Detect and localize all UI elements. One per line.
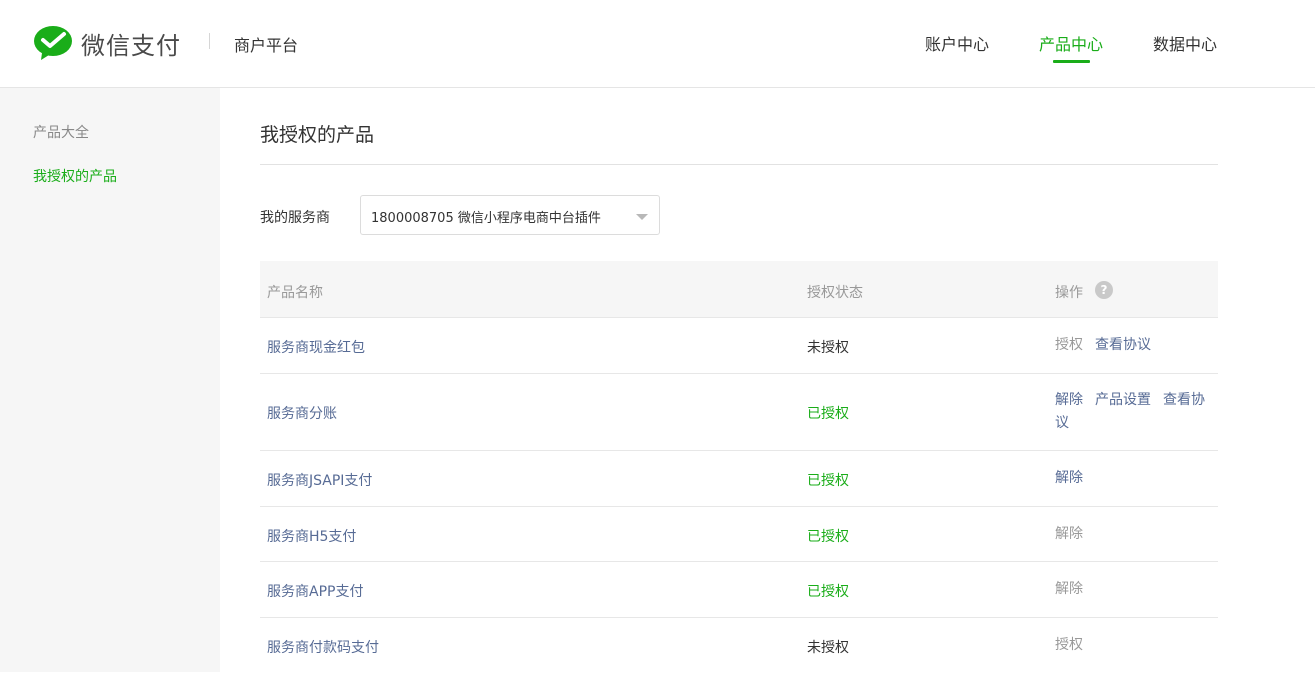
- auth-status: 已授权: [807, 584, 849, 600]
- revoke-link[interactable]: 解除: [1055, 526, 1083, 542]
- row-operations: 解除 产品设置 查看协议: [1055, 389, 1215, 435]
- product-name-link[interactable]: 服务商付款码支付: [267, 637, 379, 657]
- row-operations: 解除: [1055, 578, 1215, 601]
- auth-status: 未授权: [807, 340, 849, 356]
- service-provider-select[interactable]: 1800008705 微信小程序电商中台插件: [360, 195, 660, 235]
- top-header: 微信支付 商户平台 账户中心 产品中心 数据中心: [0, 0, 1315, 88]
- table-row: 服务商现金红包 未授权 授权 查看协议: [260, 318, 1218, 374]
- nav-active-indicator: [1053, 60, 1090, 63]
- chevron-down-icon: [636, 214, 648, 220]
- product-name-link[interactable]: 服务商JSAPI支付: [267, 470, 372, 490]
- nav-product-center[interactable]: 产品中心: [1039, 31, 1103, 63]
- table-header: 产品名称 授权状态 操作 ?: [260, 261, 1218, 318]
- products-table: 产品名称 授权状态 操作 ? 服务商现金红包 未授权 授权 查看协议 服务商分账 …: [260, 261, 1218, 674]
- logo-divider: [209, 33, 210, 49]
- table-row: 服务商付款码支付 未授权 授权: [260, 618, 1218, 674]
- page-title: 我授权的产品: [260, 124, 375, 146]
- auth-status: 已授权: [807, 473, 849, 489]
- help-question-icon[interactable]: ?: [1095, 281, 1113, 299]
- revoke-link[interactable]: 解除: [1055, 581, 1083, 597]
- wechat-pay-logo-icon: [34, 26, 72, 60]
- product-name-link[interactable]: 服务商APP支付: [267, 581, 363, 601]
- revoke-link[interactable]: 解除: [1055, 392, 1083, 408]
- table-row: 服务商分账 已授权 解除 产品设置 查看协议: [260, 374, 1218, 451]
- view-agreement-link[interactable]: 查看协议: [1095, 337, 1151, 353]
- table-row: 服务商H5支付 已授权 解除: [260, 507, 1218, 562]
- table-row: 服务商JSAPI支付 已授权 解除: [260, 451, 1218, 507]
- header-auth-status: 授权状态: [807, 285, 863, 301]
- product-settings-link[interactable]: 产品设置: [1095, 392, 1151, 408]
- nav-data-center[interactable]: 数据中心: [1153, 31, 1217, 63]
- row-operations: 授权 查看协议: [1055, 334, 1215, 357]
- authorize-link[interactable]: 授权: [1055, 637, 1083, 653]
- row-operations: 授权: [1055, 634, 1215, 657]
- sidebar-item-all-products[interactable]: 产品大全: [33, 122, 89, 142]
- sidebar-item-my-authorized-products[interactable]: 我授权的产品: [33, 166, 117, 186]
- auth-status: 已授权: [807, 406, 849, 422]
- revoke-link[interactable]: 解除: [1055, 470, 1083, 486]
- header-operations: 操作: [1055, 285, 1083, 301]
- nav-account-center[interactable]: 账户中心: [925, 31, 989, 63]
- service-provider-label: 我的服务商: [260, 210, 330, 226]
- product-name-link[interactable]: 服务商分账: [267, 403, 337, 423]
- product-name-link[interactable]: 服务商H5支付: [267, 526, 356, 546]
- row-operations: 解除: [1055, 523, 1215, 546]
- row-operations: 解除: [1055, 467, 1215, 490]
- title-divider: [260, 164, 1218, 165]
- auth-status: 未授权: [807, 640, 849, 656]
- table-row: 服务商APP支付 已授权 解除: [260, 562, 1218, 618]
- service-provider-selected-value: 1800008705 微信小程序电商中台插件: [371, 211, 601, 226]
- sidebar: 产品大全 我授权的产品: [0, 88, 220, 672]
- header-product-name: 产品名称: [267, 285, 323, 301]
- auth-status: 已授权: [807, 529, 849, 545]
- wechat-pay-logo[interactable]: 微信支付: [33, 25, 181, 61]
- authorize-link[interactable]: 授权: [1055, 337, 1083, 353]
- product-name-link[interactable]: 服务商现金红包: [267, 337, 365, 357]
- platform-name: 商户平台: [234, 36, 299, 55]
- logo-text: 微信支付: [81, 31, 181, 60]
